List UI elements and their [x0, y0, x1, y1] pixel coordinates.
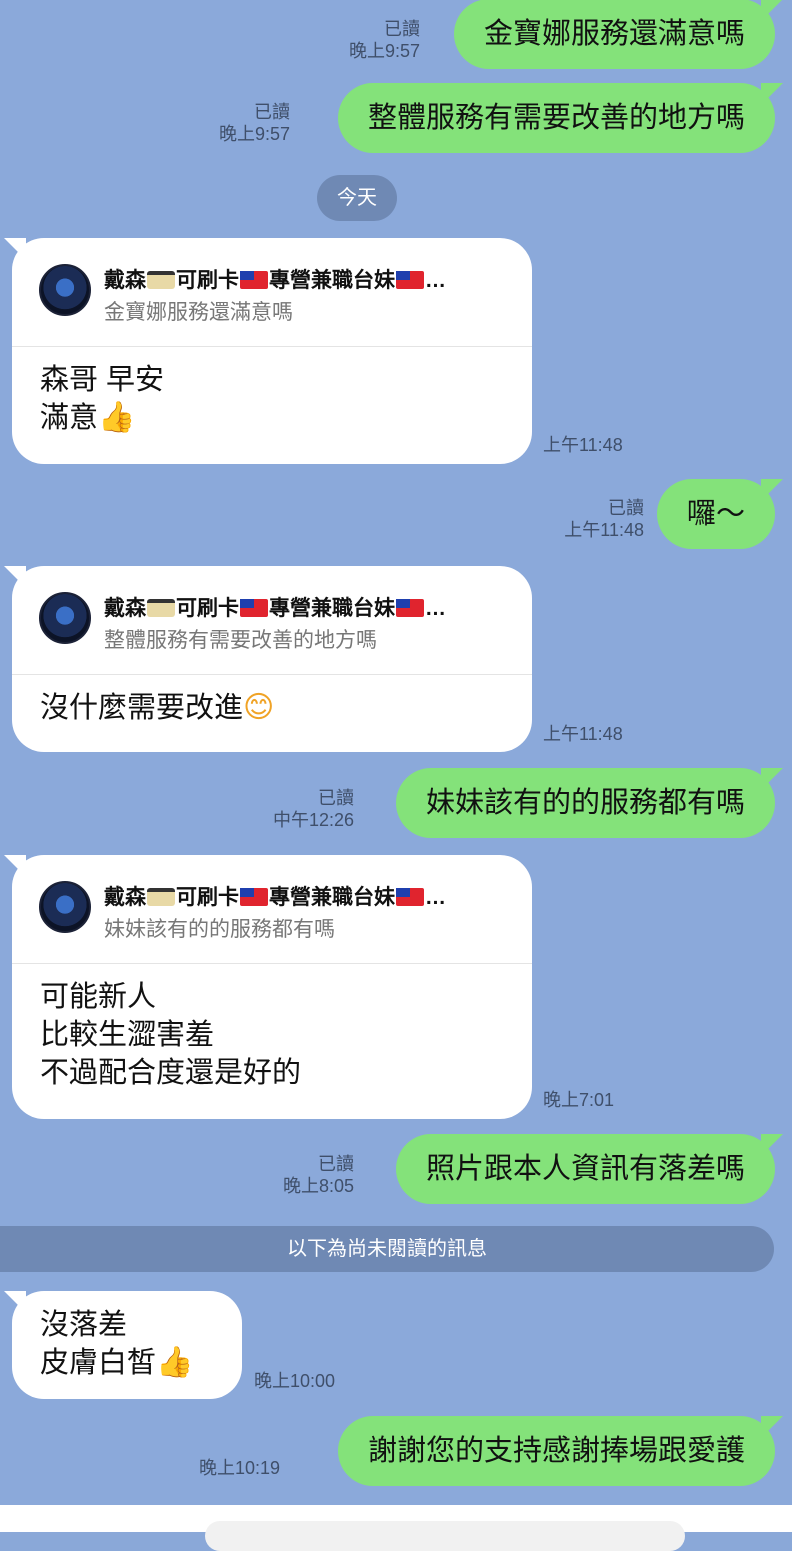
- flag-icon: [396, 271, 424, 289]
- read-status: 已讀: [318, 1154, 354, 1174]
- message-time: 晚上9:57: [218, 124, 290, 144]
- message-time: 上午11:48: [543, 435, 623, 455]
- message-time: 晚上7:01: [543, 1090, 615, 1110]
- message-line: 沒什麼需要改進😊: [40, 689, 532, 727]
- message-line: 比較生澀害羞: [40, 1019, 215, 1051]
- message-text: 整體服務有需要改善的地方嗎: [367, 102, 745, 134]
- flag-icon: [240, 271, 268, 289]
- flag-icon: [396, 888, 424, 906]
- message-meta: 已讀 晚上8:05: [234, 1153, 354, 1197]
- thumbs-up-icon: 👍: [98, 401, 136, 434]
- outgoing-message[interactable]: 金寶娜服務還滿意嗎: [453, 0, 775, 69]
- message-input[interactable]: [205, 1521, 685, 1551]
- message-meta: 已讀 晚上9:57: [300, 18, 420, 62]
- message-line: 可能新人: [40, 981, 157, 1013]
- reply-header[interactable]: 戴森 可刷卡 專營兼職台妹… 整體服務有需要改善的地方嗎: [12, 566, 532, 675]
- outgoing-message[interactable]: 妹妹該有的的服務都有嗎: [395, 768, 775, 838]
- read-status: 已讀: [318, 788, 354, 808]
- message-time: 上午11:48: [543, 724, 623, 744]
- message-text: 照片跟本人資訊有落差嗎: [425, 1153, 745, 1185]
- message-line: 皮膚白皙👍: [40, 1344, 242, 1382]
- flag-icon: [240, 888, 268, 906]
- thumbs-up-icon: 👍: [156, 1346, 194, 1379]
- message-text: 囉～: [686, 498, 745, 530]
- message-time: 中午12:26: [272, 810, 354, 830]
- message-time: 晚上9:57: [348, 41, 420, 61]
- reply-quote: 妹妹該有的的服務都有嗎: [104, 918, 335, 941]
- message-time: 晚上8:05: [282, 1176, 354, 1196]
- read-status: 已讀: [384, 19, 420, 39]
- reply-quote: 金寶娜服務還滿意嗎: [104, 301, 293, 324]
- avatar: [39, 881, 91, 933]
- date-divider: 今天: [317, 175, 397, 221]
- reply-body: 可能新人 比較生澀害羞 不過配合度還是好的: [12, 964, 532, 1112]
- reply-header[interactable]: 戴森 可刷卡 專營兼職台妹… 妹妹該有的的服務都有嗎: [12, 855, 532, 964]
- reply-message[interactable]: 戴森 可刷卡 專營兼職台妹… 妹妹該有的的服務都有嗎 可能新人 比較生澀害羞 不過配…: [12, 855, 532, 1119]
- message-line: 沒落差: [40, 1309, 128, 1341]
- flag-icon: [240, 599, 268, 617]
- message-line: 滿意👍: [40, 399, 532, 437]
- chat-area[interactable]: 已讀 晚上9:57 金寶娜服務還滿意嗎 已讀 晚上9:57 整體服務有需要改善的…: [0, 0, 792, 1505]
- smile-icon: 😊: [243, 691, 275, 724]
- incoming-message[interactable]: 沒落差 皮膚白皙👍: [12, 1291, 242, 1399]
- reply-body: 沒落差 皮膚白皙👍: [12, 1291, 242, 1382]
- credit-card-icon: [147, 599, 175, 617]
- reply-body: 沒什麼需要改進😊: [12, 675, 532, 747]
- message-line: 森哥 早安: [40, 364, 165, 396]
- outgoing-message[interactable]: 照片跟本人資訊有落差嗎: [395, 1134, 775, 1204]
- outgoing-message[interactable]: 整體服務有需要改善的地方嗎: [337, 83, 775, 153]
- message-text: 金寶娜服務還滿意嗎: [483, 18, 745, 50]
- flag-icon: [396, 599, 424, 617]
- reply-quote: 整體服務有需要改善的地方嗎: [104, 629, 377, 652]
- outgoing-message[interactable]: 囉～: [656, 479, 775, 549]
- reply-message[interactable]: 戴森 可刷卡 專營兼職台妹… 整體服務有需要改善的地方嗎 沒什麼需要改進😊: [12, 566, 532, 752]
- unread-divider: 以下為尚未閱讀的訊息: [0, 1226, 774, 1272]
- message-meta: 已讀 中午12:26: [234, 787, 354, 831]
- read-status: 已讀: [254, 102, 290, 122]
- credit-card-icon: [147, 271, 175, 289]
- message-meta: 已讀 晚上9:57: [170, 101, 290, 145]
- message-text: 謝謝您的支持感謝捧場跟愛護: [367, 1435, 745, 1467]
- reply-header[interactable]: 戴森 可刷卡 專營兼職台妹… 金寶娜服務還滿意嗎: [12, 238, 532, 347]
- reply-message[interactable]: 戴森 可刷卡 專營兼職台妹… 金寶娜服務還滿意嗎 森哥 早安 滿意👍: [12, 238, 532, 464]
- outgoing-message[interactable]: 謝謝您的支持感謝捧場跟愛護: [337, 1416, 775, 1486]
- message-text: 妹妹該有的的服務都有嗎: [425, 787, 745, 819]
- message-meta: 已讀 上午11:48: [524, 497, 644, 541]
- message-time: 晚上10:00: [254, 1371, 336, 1391]
- read-status: 已讀: [608, 498, 644, 518]
- credit-card-icon: [147, 888, 175, 906]
- avatar: [39, 264, 91, 316]
- message-time: 晚上10:19: [198, 1458, 280, 1478]
- message-line: 不過配合度還是好的: [40, 1057, 302, 1089]
- avatar: [39, 592, 91, 644]
- reply-body: 森哥 早安 滿意👍: [12, 347, 532, 457]
- message-time: 上午11:48: [564, 520, 644, 540]
